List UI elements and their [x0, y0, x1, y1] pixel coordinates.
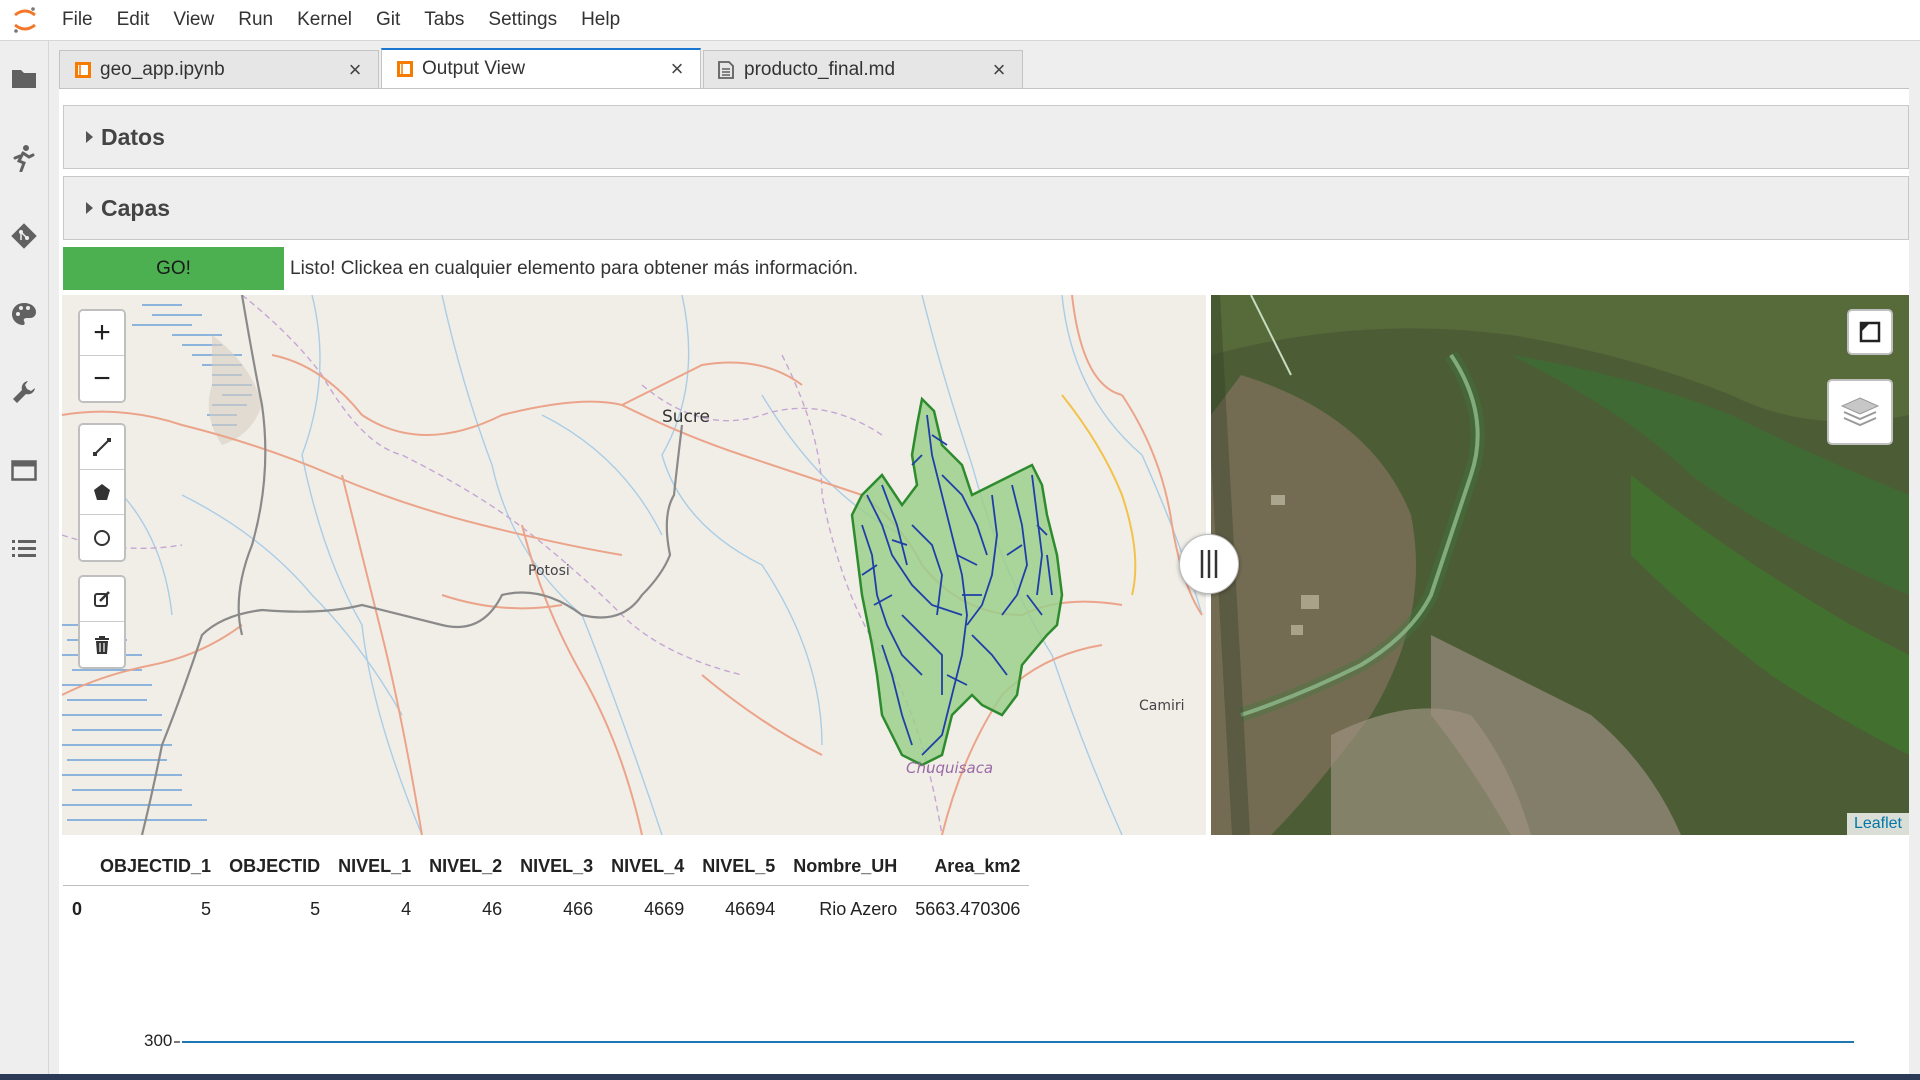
tab-producto-final[interactable]: producto_final.md ×	[703, 50, 1023, 88]
menu-file[interactable]: File	[50, 0, 105, 41]
git-icon[interactable]	[9, 221, 39, 251]
accordion-datos[interactable]: Datos	[63, 105, 1909, 169]
toc-list-icon[interactable]	[9, 533, 39, 563]
draw-polyline-icon[interactable]	[80, 425, 124, 470]
menu-git[interactable]: Git	[364, 0, 412, 41]
table-cell: 5	[310, 898, 321, 919]
close-icon[interactable]: ×	[990, 57, 1008, 83]
wrench-icon[interactable]	[9, 377, 39, 407]
table-row: 0 5 5 4 46 466 4669 46694 Rio Azero 5663…	[63, 885, 1029, 933]
city-label-potosi: Potosi	[528, 563, 570, 579]
satellite-map[interactable]: Leaflet	[1211, 295, 1909, 835]
leaflet-attribution[interactable]: Leaflet	[1846, 813, 1909, 835]
folder-icon[interactable]	[9, 63, 39, 93]
city-label-sucre: Sucre	[662, 407, 710, 427]
menu-bar: File Edit View Run Kernel Git Tabs Setti…	[0, 0, 1920, 41]
line-plot: 300	[144, 1031, 1854, 1055]
layers-icon[interactable]	[1827, 379, 1893, 445]
table-cell: 466	[563, 898, 594, 919]
column-header: NIVEL_3	[511, 849, 603, 886]
left-sidebar	[0, 41, 49, 1080]
draw-circle-icon[interactable]	[80, 515, 124, 560]
status-message: Listo! Clickea en cualquier elemento par…	[290, 257, 859, 279]
edit-layers-icon[interactable]	[80, 577, 124, 622]
caret-right-icon	[86, 202, 93, 214]
table-header-row: OBJECTID_1 OBJECTID NIVEL_1 NIVEL_2 NIVE…	[63, 849, 1030, 886]
satellite-imagery	[1211, 295, 1909, 835]
draw-polygon-icon[interactable]	[80, 470, 124, 515]
tab-window-icon[interactable]	[9, 455, 39, 485]
notebook-icon	[74, 61, 92, 79]
output-view-panel: Datos Capas GO! Listo! Clickea en cualqu…	[59, 88, 1909, 1074]
menu-run[interactable]: Run	[226, 0, 285, 41]
zoom-control: + −	[78, 309, 126, 403]
accordion-capas[interactable]: Capas	[63, 176, 1909, 240]
close-icon[interactable]: ×	[346, 57, 364, 83]
notebook-icon	[396, 60, 414, 78]
edit-toolbar	[78, 575, 126, 669]
column-header: OBJECTID	[220, 849, 330, 886]
document-tab-bar: geo_app.ipynb × Output View × producto_f…	[59, 48, 1909, 88]
street-map-tiles	[62, 295, 1203, 835]
region-label-chuquisaca: Chuquisaca	[906, 759, 994, 777]
markdown-file-icon	[718, 60, 736, 79]
column-header: NIVEL_2	[420, 849, 512, 886]
draw-toolbar	[78, 423, 126, 562]
table-cell: 4	[401, 898, 412, 919]
column-header: Nombre_UH	[784, 849, 907, 886]
table-cell: 46	[482, 898, 503, 919]
column-header: NIVEL_4	[602, 849, 694, 886]
jupyter-logo-icon	[0, 0, 50, 41]
tab-label: Output View	[422, 58, 526, 79]
table-cell: 4669	[644, 898, 685, 919]
city-label-camiri: Camiri	[1139, 698, 1185, 714]
menu-edit[interactable]: Edit	[105, 0, 162, 41]
close-icon[interactable]: ×	[668, 56, 686, 82]
menu-view[interactable]: View	[161, 0, 226, 41]
palette-icon[interactable]	[9, 299, 39, 329]
table-cell: 5663.470306	[915, 898, 1021, 919]
menu-help[interactable]: Help	[569, 0, 632, 41]
tab-label: geo_app.ipynb	[100, 58, 225, 80]
table-cell: 5	[201, 898, 212, 919]
tab-geo-app[interactable]: geo_app.ipynb ×	[59, 50, 379, 88]
tab-output-view[interactable]: Output View ×	[381, 48, 701, 88]
trash-icon[interactable]	[80, 622, 124, 667]
status-bar	[0, 1074, 1920, 1080]
watershed-polygon	[850, 396, 1064, 767]
attributes-table: OBJECTID_1 OBJECTID NIVEL_1 NIVEL_2 NIVE…	[63, 849, 1030, 933]
zoom-in-button[interactable]: +	[80, 311, 124, 356]
fullscreen-icon[interactable]	[1847, 309, 1893, 355]
running-icon[interactable]	[9, 143, 39, 173]
plot-line-canvas	[174, 1041, 1854, 1043]
zoom-out-button[interactable]: −	[80, 356, 124, 401]
split-map-handle[interactable]	[1179, 534, 1239, 594]
menu-kernel[interactable]: Kernel	[285, 0, 364, 41]
caret-right-icon	[86, 131, 93, 143]
column-header: NIVEL_1	[329, 849, 421, 886]
column-header: Area_km2	[906, 849, 1030, 886]
table-cell: Rio Azero	[819, 898, 898, 919]
column-header: OBJECTID_1	[91, 849, 221, 886]
column-header: NIVEL_5	[693, 849, 785, 886]
go-button[interactable]: GO!	[63, 247, 284, 290]
tab-label: producto_final.md	[744, 58, 896, 80]
table-cell: 46694	[725, 898, 776, 919]
street-map[interactable]: Sucre Potosi Camiri Chuquisaca + −	[62, 295, 1206, 835]
accordion-title: Datos	[101, 123, 165, 150]
accordion-title: Capas	[101, 194, 171, 221]
row-index: 0	[72, 898, 83, 919]
menu-settings[interactable]: Settings	[476, 0, 569, 41]
column-header	[63, 849, 92, 886]
menu-tabs[interactable]: Tabs	[412, 0, 476, 41]
